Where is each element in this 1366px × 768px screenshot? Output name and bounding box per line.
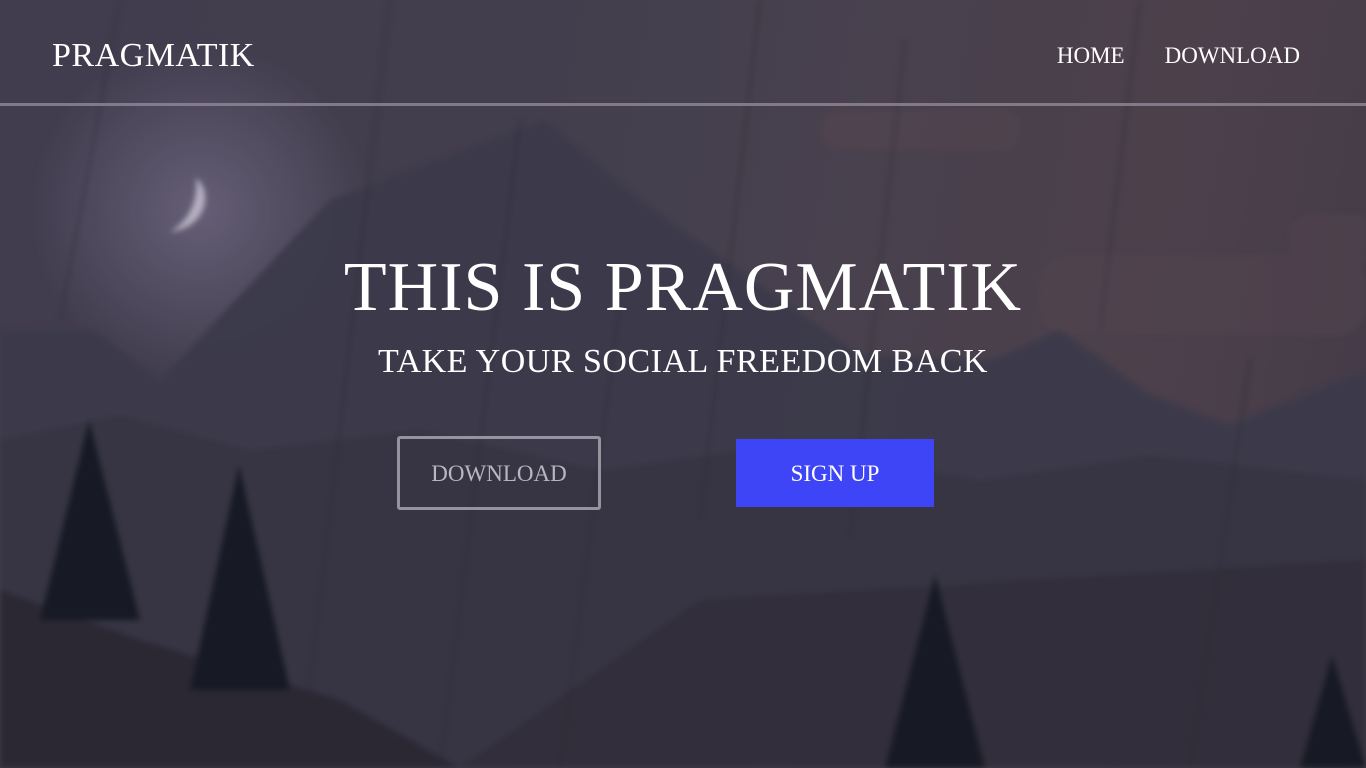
hero-title: THIS IS PRAGMATIK — [343, 249, 1023, 326]
hero-section: THIS IS PRAGMATIK TAKE YOUR SOCIAL FREED… — [0, 248, 1366, 382]
nav-link-download[interactable]: DOWNLOAD — [1165, 42, 1300, 70]
nav-links: HOME DOWNLOAD — [1057, 42, 1300, 70]
brand-logo[interactable]: PRAGMATIK — [52, 36, 255, 76]
download-button[interactable]: DOWNLOAD — [397, 436, 601, 510]
landing-page: PRAGMATIK HOME DOWNLOAD THIS IS PRAGMATI… — [0, 0, 1366, 768]
navbar: PRAGMATIK HOME DOWNLOAD — [0, 0, 1366, 106]
hero-subtitle: TAKE YOUR SOCIAL FREEDOM BACK — [378, 343, 988, 380]
sign-up-button[interactable]: SIGN UP — [736, 439, 934, 507]
nav-link-home[interactable]: HOME — [1057, 42, 1125, 70]
dark-overlay — [0, 0, 1366, 768]
